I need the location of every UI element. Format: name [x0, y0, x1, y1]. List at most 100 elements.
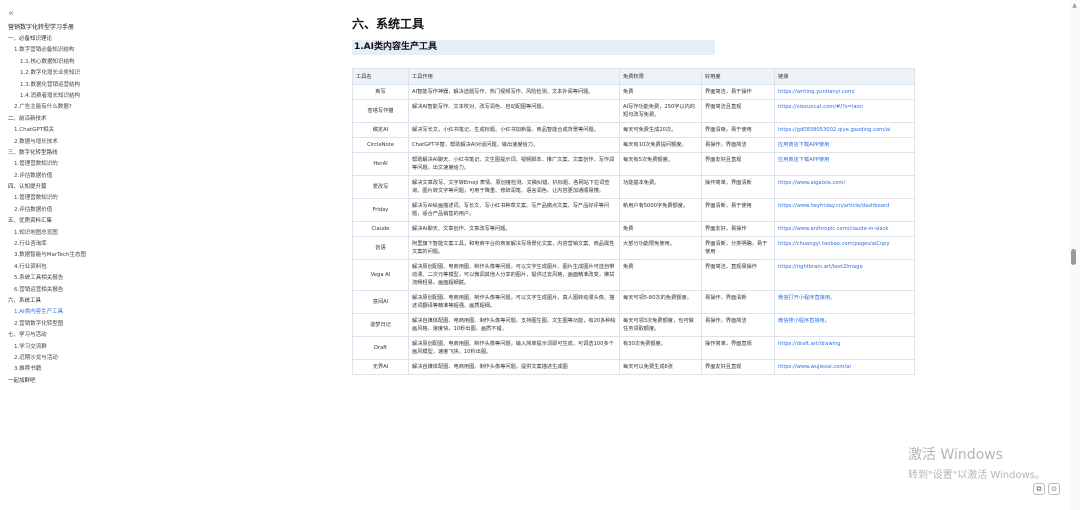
toc-title[interactable]: 营销数字化转型学习手册 [8, 22, 140, 34]
toc-item[interactable]: 2.行业咨询库 [8, 239, 140, 250]
toc-item[interactable]: 二、前沿新技术 [8, 114, 140, 125]
scrollbar-thumb[interactable] [1071, 249, 1076, 265]
cell-free-access: 免费 [619, 259, 702, 291]
cell-usability: 界面友好且直观 [701, 152, 775, 176]
toc-item[interactable]: 1.管理营数知识的 [8, 159, 140, 170]
toc-item[interactable]: 1.4.消费者增长知识结构 [8, 91, 140, 102]
toc-item[interactable]: 1.3.数据化营销运营结构 [8, 80, 140, 91]
cell-free-access: 每天有10次免费提问额度。 [619, 137, 702, 153]
cell-usability: 操作简单，界面直观 [701, 336, 775, 360]
toc-item[interactable]: 1.知识地图总览图 [8, 228, 140, 239]
toc-item[interactable]: 五、优质资料汇集 [8, 216, 140, 227]
cell-free-access: AI写作功能免费，250字以内的短句改写免费。 [619, 99, 702, 123]
cell-free-access: 每天可免费生成20次。 [619, 122, 702, 138]
cell-tool-name: 爱改写 [352, 175, 409, 199]
cell-link[interactable]: 微信打开小程序直接用。 [774, 290, 915, 314]
cell-link[interactable]: 应用商店下载APP使用 [774, 137, 915, 153]
cell-tool-function: 解决原创配图、电商用图、制作头像等问题，可以文字生成图片、图片生成图片可选自带动… [408, 259, 620, 291]
toc-item[interactable]: 1.学习交流群 [8, 342, 140, 353]
cell-usability: 界面简洁，易于操作 [701, 84, 775, 100]
cell-link[interactable]: 微信搜小程序直接用。 [774, 313, 915, 337]
cell-tool-name: Vega AI [352, 259, 409, 291]
toc-item[interactable]: 六、系统工具 [8, 296, 140, 307]
cell-tool-function: 阿里旗下智能文案工具，和电商平台的商家解决写场景化文案，内容营销文案、商品属性文… [408, 236, 620, 260]
toc-item[interactable]: 四、认知提升篇 [8, 182, 140, 193]
toc-item[interactable]: 1.1.核心数据知识结构 [8, 57, 140, 68]
table-row: 爱改写 解决文章改写、文字转Emoji 表情、原创度检测、文稿纠错、扒标题、各网站… [352, 175, 915, 199]
toc-item[interactable]: 3.推荐书籍 [8, 364, 140, 375]
cell-tool-name: CircleNote [352, 137, 409, 153]
toc-item[interactable]: 2.营销数字化转型图 [8, 319, 140, 330]
cell-usability: 界面简洁，直观易操作 [701, 259, 775, 291]
cell-tool-name: 无界AI [352, 359, 409, 375]
cell-tool-function: 解决文章改写、文字转Emoji 表情、原创度检测、文稿纠错、扒标题、各网站下拉词… [408, 175, 620, 199]
cell-link[interactable]: https://writing.yuntianyi.com/ [774, 84, 915, 100]
cell-usability: 易操作，界面简洁 [701, 137, 775, 153]
cell-tool-function: 解决自媒体配图、电商用图、制作头像等问题，支持图生图、文生图等功能，有20多种绘… [408, 313, 620, 337]
cell-free-access: 每天可领3次免费额度，也可做任务领取额度。 [619, 313, 702, 337]
ai-tools-table: 工具名 工具作用 免费权限 好用度 链接 爽写 AI智能写作神器，解决选题写作、热… [352, 68, 915, 375]
cell-free-access: 每天有5次免费额度。 [619, 152, 702, 176]
cell-free-access: 每天可以免费生成6张 [619, 359, 702, 375]
cell-tool-name: Draft [352, 336, 409, 360]
cell-tool-name: 意间AI [352, 290, 409, 314]
collapse-sidebar-icon[interactable]: « [8, 8, 140, 22]
toc-item[interactable]: 2.广告主能有什么数据? [8, 102, 140, 113]
table-header-row: 工具名 工具作用 免费权限 好用度 链接 [352, 68, 915, 85]
toc-item[interactable]: 6.营销运营相关报告 [8, 285, 140, 296]
table-body: 爽写 AI智能写作神器，解决选题写作、热门视频写作、风险检测、文本补阅等问题。 免费… [352, 84, 915, 375]
header-tool-function: 工具作用 [408, 68, 620, 85]
cell-tool-name: HerAI [352, 152, 409, 176]
toc-item[interactable]: 1.ChatGPT相关 [8, 125, 140, 136]
activation-watermark-hint: 转到"设置"以激活 Windows。 [908, 470, 1046, 481]
toc-item[interactable]: 一起加群吧 [8, 376, 140, 387]
cell-link[interactable]: https://chuangyi.taobao.com/pages/aiCopy [774, 236, 915, 260]
table-row: 创语 阿里旗下智能文案工具，和电商平台的商家解决写场景化文案，内容营销文案、商品属… [352, 236, 915, 260]
table-row: 意间AI 解决原创配图、电商用图、制作头像等问题，可以文字生成图片、真人图转动漫头… [352, 290, 915, 314]
toc-item[interactable]: 1.AI类内容生产工具 [8, 307, 140, 318]
table-row: CircleNote ChatGPT平替，帮助解决AI对话问题，输出速度给力。 每天… [352, 137, 915, 153]
toc-item[interactable]: 2.近期沙龙与活动 [8, 353, 140, 364]
toc-item[interactable]: 一、必备知识理论 [8, 34, 140, 45]
cell-link[interactable]: https://gd0838053002.qiye.gaoding.com/ai [774, 122, 915, 138]
subsection-heading-bar: 1.AI类内容生产工具 [352, 40, 715, 55]
toc-item[interactable]: 七、学习与活动 [8, 330, 140, 341]
toc-list: 一、必备知识理论 1.数字营销必备知识结构 1.1.核心数据知识结构 1.2.数字化增… [8, 34, 140, 387]
toc-item[interactable]: 1.2.数字化增长业务知识 [8, 68, 140, 79]
scroll-up-arrow-icon[interactable]: ▲ [1071, 3, 1078, 9]
table-row: Claude 解决AI聊天、文章创作、文章改写等问题。 免费 界面友好，易操作 http… [352, 221, 915, 237]
cell-usability: 易操作，界面简洁 [701, 313, 775, 337]
cell-link[interactable]: https://draft.art/drawing [774, 336, 915, 360]
layout-toggle-icon[interactable]: ⧉ [1033, 483, 1045, 495]
cell-free-access: 大部分功能限免使用。 [619, 236, 702, 260]
table-row: 无界AI 解决自媒体配图、电商用图、制作头像等问题，提供文案描述生成图 每天可以免费… [352, 359, 915, 375]
toc-item[interactable]: 2.数据与增长技术 [8, 137, 140, 148]
cell-link[interactable]: https://www.anthropic.com/claude-in-slac… [774, 221, 915, 237]
section-heading: 六、系统工具 [352, 17, 425, 31]
toc-item[interactable]: 5.系统工具相关报告 [8, 273, 140, 284]
subsection-heading: 1.AI类内容生产工具 [354, 42, 437, 52]
cell-link[interactable]: https://www.aigaixie.com/ [774, 175, 915, 199]
cell-link[interactable]: https://xiezuocat.com/#/?s=laon [774, 99, 915, 123]
cell-tool-name: 创语 [352, 236, 409, 260]
cell-usability: 操作简单，界面清新 [701, 175, 775, 199]
cell-link[interactable]: https://rightbrain.art/text2Image [774, 259, 915, 291]
table-row: 稿定AI 解决写长文，小红书笔记、生成标题、小红书加新提、商品智能合成背景等问题。… [352, 122, 915, 138]
cell-tool-function: 解决写AI绘画描述词、写长文、写小红书种草文案、写产品痛点文案、写产品好评等问题… [408, 198, 620, 222]
help-icon[interactable]: ⊙ [1048, 483, 1060, 495]
toc-item[interactable]: 1.数字营销必备知识结构 [8, 45, 140, 56]
toc-item[interactable]: 4.行业资料包 [8, 262, 140, 273]
cell-link[interactable]: https://www.heyfriday.cn/article/dashboa… [774, 198, 915, 222]
activation-watermark-title: 激活 Windows [908, 447, 1003, 463]
cell-tool-function: ChatGPT平替，帮助解决AI对话问题，输出速度给力。 [408, 137, 620, 153]
cell-link[interactable]: https://www.wujiexai.com/ai [774, 359, 915, 375]
cell-usability: 界面友好且直观 [701, 359, 775, 375]
toc-item[interactable]: 1.管理营数知识的 [8, 193, 140, 204]
toc-item[interactable]: 2.评估数据价值 [8, 171, 140, 182]
cell-link[interactable]: 应用商店下载APP使用 [774, 152, 915, 176]
toc-item[interactable]: 2.评估数据价值 [8, 205, 140, 216]
toc-item[interactable]: 3.数据智能与MarTech生态图 [8, 250, 140, 261]
table-row: 造梦日记 解决自媒体配图、电商用图、制作头像等问题，支持图生图、文生图等功能，有2… [352, 313, 915, 337]
cell-free-access: 新用户有5000字免费额度。 [619, 198, 702, 222]
toc-item[interactable]: 三、数字化转型路线 [8, 148, 140, 159]
